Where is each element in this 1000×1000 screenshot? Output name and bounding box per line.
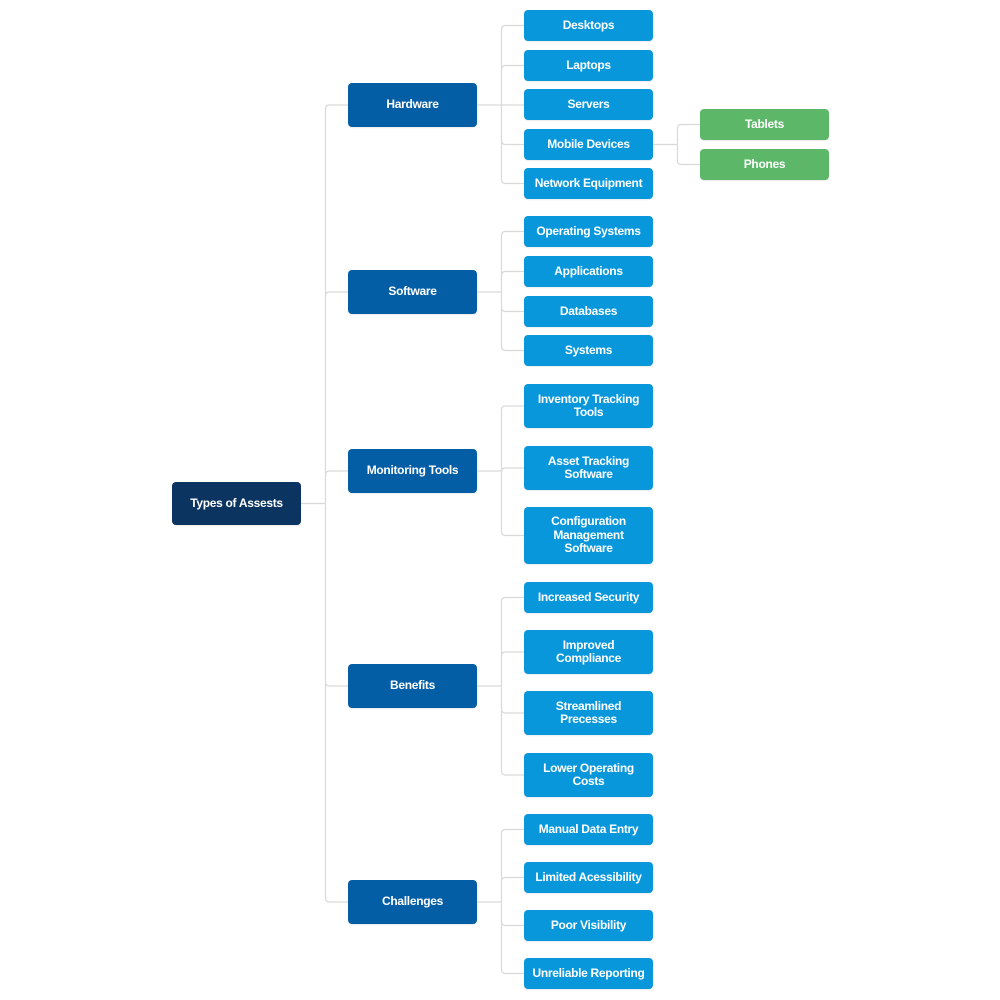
item-laptops[interactable]: Laptops — [524, 50, 653, 81]
item-streamlined-processes[interactable]: Streamlined Precesses — [524, 691, 653, 735]
item-desktops[interactable]: Desktops — [524, 10, 653, 41]
root-2-connector — [477, 405, 524, 537]
root-node[interactable]: Types of Assests — [172, 482, 301, 525]
item-limited-accessibility[interactable]: Limited Acessibility — [524, 862, 653, 893]
item-databases[interactable]: Databases — [524, 296, 653, 327]
category-benefits[interactable]: Benefits — [348, 664, 477, 708]
category-software[interactable]: Software — [348, 270, 477, 314]
item-asset-tracking-software[interactable]: Asset Tracking Software — [524, 446, 653, 490]
item-applications[interactable]: Applications — [524, 256, 653, 287]
item-systems[interactable]: Systems — [524, 335, 653, 366]
category-hardware[interactable]: Hardware — [348, 83, 477, 127]
item-improved-compliance[interactable]: Improved Compliance — [524, 630, 653, 674]
item-poor-visibility[interactable]: Poor Visibility — [524, 910, 653, 941]
subitem-phones[interactable]: Phones — [700, 149, 829, 180]
subitem-tablets[interactable]: Tablets — [700, 109, 829, 140]
item-servers[interactable]: Servers — [524, 89, 653, 120]
root-3-connector — [477, 596, 524, 776]
item-network-equipment[interactable]: Network Equipment — [524, 168, 653, 199]
root-0-connector — [477, 24, 524, 185]
item-increased-security[interactable]: Increased Security — [524, 582, 653, 613]
root-connector — [301, 104, 348, 903]
mind-map: Types of Assests Hardware Software Monit… — [0, 0, 1000, 1000]
item-configuration-management-software[interactable]: Configuration Management Software — [524, 507, 653, 564]
connector-layer — [301, 24, 700, 975]
root-1-connector — [477, 230, 524, 352]
category-challenges[interactable]: Challenges — [348, 880, 477, 924]
item-inventory-tracking-tools[interactable]: Inventory Tracking Tools — [524, 384, 653, 428]
root-0-3-connector — [653, 123, 700, 166]
category-monitoring-tools[interactable]: Monitoring Tools — [348, 449, 477, 493]
item-mobile-devices[interactable]: Mobile Devices — [524, 129, 653, 160]
item-manual-data-entry[interactable]: Manual Data Entry — [524, 814, 653, 845]
root-4-connector — [477, 828, 524, 975]
item-operating-systems[interactable]: Operating Systems — [524, 216, 653, 247]
item-unreliable-reporting[interactable]: Unreliable Reporting — [524, 958, 653, 989]
item-lower-operating-costs[interactable]: Lower Operating Costs — [524, 753, 653, 797]
